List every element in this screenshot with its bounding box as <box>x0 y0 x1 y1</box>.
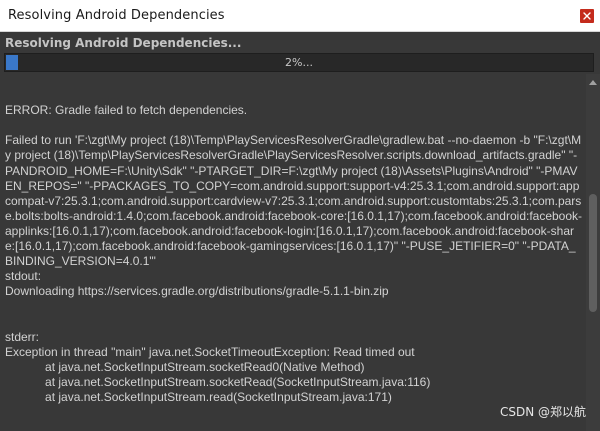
title-bar[interactable]: Resolving Android Dependencies <box>0 0 600 32</box>
progress-bar: 2%... <box>4 53 594 72</box>
resolver-window: Resolving Android Dependencies Resolving… <box>0 0 600 431</box>
progress-label: 2%... <box>285 56 313 69</box>
progress-heading: Resolving Android Dependencies... <box>5 36 242 50</box>
log-scrollbar[interactable] <box>586 74 600 431</box>
watermark: CSDN @郑以航 <box>499 405 586 419</box>
close-button[interactable] <box>580 9 594 23</box>
scroll-up-arrow-icon[interactable] <box>589 80 597 85</box>
scrollbar-thumb[interactable] <box>589 194 597 312</box>
window-title: Resolving Android Dependencies <box>8 8 225 23</box>
close-icon <box>583 12 591 20</box>
log-output[interactable]: ERROR: Gradle failed to fetch dependenci… <box>0 74 586 431</box>
log-text: ERROR: Gradle failed to fetch dependenci… <box>5 103 583 404</box>
